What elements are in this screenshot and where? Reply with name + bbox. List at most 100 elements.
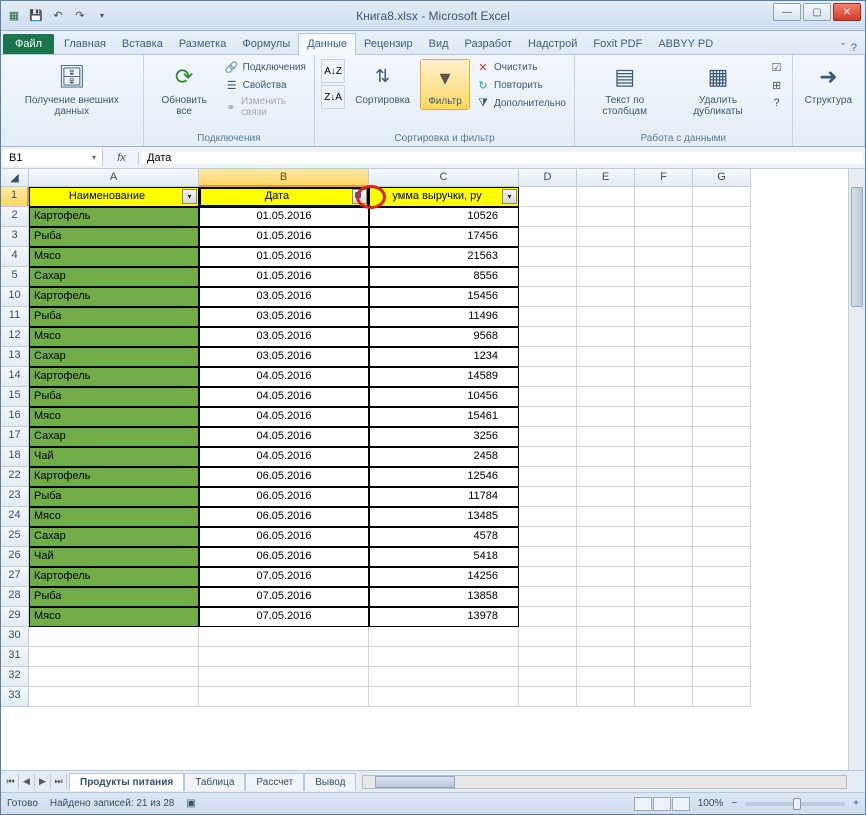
cell-name[interactable]: Сахар xyxy=(29,427,199,447)
reapply-filter-item[interactable]: ↻Повторить xyxy=(474,77,568,93)
cell-value[interactable]: 13978 xyxy=(369,607,519,627)
filter-dropdown-a[interactable]: ▾ xyxy=(182,189,197,204)
minimize-button[interactable]: — xyxy=(773,3,801,21)
column-header-A[interactable]: A xyxy=(29,169,199,187)
worksheet-grid[interactable]: ◢ABCDEFG1Наименование▾Дата▾умма выручки,… xyxy=(1,169,865,770)
row-header-28[interactable]: 28 xyxy=(1,587,29,607)
cell-name[interactable]: Рыба xyxy=(29,487,199,507)
column-header-F[interactable]: F xyxy=(635,169,693,187)
cell-name[interactable]: Рыба xyxy=(29,387,199,407)
page-layout-view-icon[interactable] xyxy=(653,797,671,811)
row-header-2[interactable]: 2 xyxy=(1,207,29,227)
cell-date[interactable]: 03.05.2016 xyxy=(199,287,369,307)
cell-name[interactable]: Картофель xyxy=(29,567,199,587)
undo-icon[interactable]: ↶ xyxy=(49,7,67,25)
cell-name[interactable]: Рыба xyxy=(29,227,199,247)
zoom-slider[interactable] xyxy=(745,802,845,806)
cell-name[interactable]: Картофель xyxy=(29,367,199,387)
tab-first-icon[interactable]: ⏮ xyxy=(3,774,19,789)
cell-value[interactable]: 15456 xyxy=(369,287,519,307)
ribbon-tab-разработ[interactable]: Разработ xyxy=(457,34,520,54)
cell-value[interactable]: 13485 xyxy=(369,507,519,527)
row-header-14[interactable]: 14 xyxy=(1,367,29,387)
advanced-filter-item[interactable]: ⧩Дополнительно xyxy=(474,95,568,111)
row-header-13[interactable]: 13 xyxy=(1,347,29,367)
header-cell-a[interactable]: Наименование▾ xyxy=(29,187,199,207)
zoom-level[interactable]: 100% xyxy=(698,798,724,809)
help-icon[interactable]: ? xyxy=(851,42,857,54)
row-header-33[interactable]: 33 xyxy=(1,687,29,707)
cell-date[interactable]: 01.05.2016 xyxy=(199,247,369,267)
text-to-columns-button[interactable]: ▤ Текст по столбцам xyxy=(581,59,669,119)
sort-desc-icon[interactable]: Z↓A xyxy=(321,85,345,109)
page-break-view-icon[interactable] xyxy=(672,797,690,811)
tab-prev-icon[interactable]: ◀ xyxy=(19,774,35,789)
file-tab[interactable]: Файл xyxy=(3,34,54,54)
ribbon-tab-надстрой[interactable]: Надстрой xyxy=(520,34,585,54)
cell-name[interactable]: Картофель xyxy=(29,207,199,227)
cell-value[interactable]: 15461 xyxy=(369,407,519,427)
edit-links-item[interactable]: ⚭Изменить связи xyxy=(223,95,308,119)
cell-value[interactable]: 12546 xyxy=(369,467,519,487)
header-cell-b[interactable]: Дата▾ xyxy=(199,187,369,207)
zoom-in-icon[interactable]: + xyxy=(853,798,859,809)
close-button[interactable]: ✕ xyxy=(833,3,861,21)
select-all-corner[interactable]: ◢ xyxy=(1,169,29,187)
vertical-scrollbar[interactable] xyxy=(848,169,865,770)
cell-value[interactable]: 5418 xyxy=(369,547,519,567)
cell-date[interactable]: 06.05.2016 xyxy=(199,467,369,487)
cell-name[interactable]: Картофель xyxy=(29,287,199,307)
row-header-30[interactable]: 30 xyxy=(1,627,29,647)
column-header-G[interactable]: G xyxy=(693,169,751,187)
row-header-15[interactable]: 15 xyxy=(1,387,29,407)
cell-name[interactable]: Мясо xyxy=(29,407,199,427)
tab-next-icon[interactable]: ▶ xyxy=(35,774,51,789)
sheet-tab[interactable]: Рассчет xyxy=(245,773,304,791)
cell-value[interactable]: 4578 xyxy=(369,527,519,547)
cell-name[interactable]: Чай xyxy=(29,547,199,567)
cell-date[interactable]: 01.05.2016 xyxy=(199,267,369,287)
ribbon-tab-формулы[interactable]: Формулы xyxy=(234,34,298,54)
sort-button[interactable]: ⇅ Сортировка xyxy=(349,59,416,108)
row-header-32[interactable]: 32 xyxy=(1,667,29,687)
cell-value[interactable]: 14256 xyxy=(369,567,519,587)
cell-name[interactable]: Мясо xyxy=(29,607,199,627)
cell-value[interactable]: 11784 xyxy=(369,487,519,507)
ribbon-tab-вставка[interactable]: Вставка xyxy=(114,34,171,54)
cell-date[interactable]: 07.05.2016 xyxy=(199,587,369,607)
cell-value[interactable]: 14589 xyxy=(369,367,519,387)
cell-name[interactable]: Мясо xyxy=(29,247,199,267)
row-header-10[interactable]: 10 xyxy=(1,287,29,307)
row-header-27[interactable]: 27 xyxy=(1,567,29,587)
cell-value[interactable]: 10456 xyxy=(369,387,519,407)
refresh-all-button[interactable]: ⟳ Обновить все xyxy=(150,59,219,119)
ribbon-tab-foxit pdf[interactable]: Foxit PDF xyxy=(585,34,650,54)
zoom-thumb[interactable] xyxy=(793,798,801,810)
sheet-tab[interactable]: Продукты питания xyxy=(69,773,184,791)
row-header-18[interactable]: 18 xyxy=(1,447,29,467)
tab-last-icon[interactable]: ⏭ xyxy=(51,774,67,789)
filter-dropdown-c[interactable]: ▾ xyxy=(502,189,517,204)
properties-item[interactable]: ☰Свойства xyxy=(223,77,308,93)
cell-value[interactable]: 11496 xyxy=(369,307,519,327)
cell-date[interactable]: 04.05.2016 xyxy=(199,407,369,427)
cell-name[interactable]: Сахар xyxy=(29,347,199,367)
ribbon-tab-abbyy pd[interactable]: ABBYY PD xyxy=(650,34,721,54)
cell-value[interactable]: 8556 xyxy=(369,267,519,287)
row-header-11[interactable]: 11 xyxy=(1,307,29,327)
cell-date[interactable]: 04.05.2016 xyxy=(199,387,369,407)
redo-icon[interactable]: ↷ xyxy=(71,7,89,25)
cell-date[interactable]: 06.05.2016 xyxy=(199,547,369,567)
cell-date[interactable]: 03.05.2016 xyxy=(199,327,369,347)
name-box[interactable]: B1 ▾ xyxy=(3,149,103,166)
column-header-E[interactable]: E xyxy=(577,169,635,187)
sheet-tab[interactable]: Вывод xyxy=(304,773,356,791)
cell-name[interactable]: Сахар xyxy=(29,267,199,287)
cell-date[interactable]: 06.05.2016 xyxy=(199,487,369,507)
ribbon-tab-главная[interactable]: Главная xyxy=(56,34,114,54)
row-header-23[interactable]: 23 xyxy=(1,487,29,507)
cell-value[interactable]: 2458 xyxy=(369,447,519,467)
macro-record-icon[interactable]: ▣ xyxy=(186,798,195,809)
cell-value[interactable]: 13858 xyxy=(369,587,519,607)
column-header-D[interactable]: D xyxy=(519,169,577,187)
